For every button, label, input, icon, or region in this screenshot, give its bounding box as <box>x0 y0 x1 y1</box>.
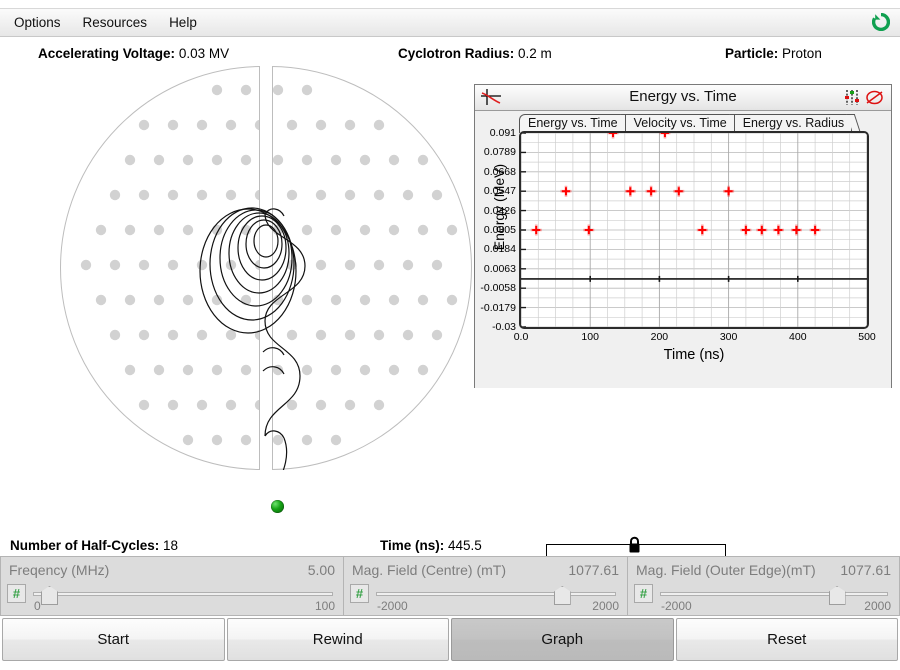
slider-track[interactable] <box>33 592 333 596</box>
cyclotron-radius-label: Cyclotron Radius: <box>398 46 515 61</box>
x-axis-tick-label: 0.0 <box>513 331 529 343</box>
slider-max-label: 100 <box>314 599 335 613</box>
menu-item-help[interactable]: Help <box>159 12 207 33</box>
x-axis-tick-label: 200 <box>650 331 669 343</box>
slider-track[interactable] <box>376 592 616 596</box>
cyclotron-radius-value: 0.2 m <box>518 46 552 61</box>
slider-thumb[interactable] <box>41 586 58 605</box>
menu-item-resources[interactable]: Resources <box>73 12 158 33</box>
half-cycles-readout: Number of Half-Cycles: 18 <box>10 538 178 553</box>
cyclotron-stage[interactable]: + - <box>0 66 472 581</box>
cyclotron-radius-readout: Cyclotron Radius: 0.2 m <box>398 46 552 61</box>
particle-value: Proton <box>782 46 822 61</box>
half-cycles-label: Number of Half-Cycles: <box>10 538 160 553</box>
y-axis-tick-label: -0.03 <box>492 321 516 333</box>
slider-max-label: 2000 <box>592 599 619 613</box>
lock-icon[interactable] <box>627 536 642 554</box>
slider-panel-mag-field-centre[interactable]: Mag. Field (Centre) (mT) 1077.61 # -2000 200… <box>344 556 628 616</box>
particle-marker <box>271 500 284 513</box>
y-axis-title: Energy (MeV) <box>491 163 507 251</box>
slider-min-label: -2000 <box>377 599 408 613</box>
graph-window[interactable]: Energy vs. Time Energy vs. Time Velocity… <box>474 84 892 388</box>
numeric-keypad-icon[interactable]: # <box>350 584 369 603</box>
start-button[interactable]: Start <box>2 618 225 661</box>
particle-label: Particle: <box>725 46 779 61</box>
x-axis-tick-labels: 0.0 100 200 300 400 500 <box>514 331 876 345</box>
slider-label: Mag. Field (Centre) (mT) <box>352 562 507 578</box>
slider-value: 1077.61 <box>840 562 891 578</box>
plot-area[interactable] <box>519 131 869 329</box>
numeric-keypad-icon[interactable]: # <box>7 584 26 603</box>
y-axis-tick-label: -0.0058 <box>480 282 516 295</box>
slider-row: Freqency (MHz) 5.00 #0 100 Mag. Field (Centr… <box>0 556 900 616</box>
graph-button[interactable]: Graph <box>451 618 674 661</box>
accelerating-voltage-label: Accelerating Voltage: <box>38 46 176 61</box>
graph-tabstrip[interactable]: Energy vs. Time Velocity vs. Time Energy… <box>519 114 853 133</box>
graph-body: Energy vs. Time Velocity vs. Time Energy… <box>475 111 891 388</box>
slider-thumb[interactable] <box>553 586 571 605</box>
slider-min-label: 0 <box>34 599 41 613</box>
accelerating-voltage-value: 0.03 MV <box>178 46 230 61</box>
button-bar: Start Rewind Graph Reset <box>0 617 900 661</box>
x-axis-tick-label: 500 <box>858 331 876 343</box>
recycle-icon[interactable] <box>871 12 891 32</box>
particle-trajectory <box>199 207 306 470</box>
x-axis-title: Time (ns) <box>663 347 725 363</box>
graph-titlebar: Energy vs. Time <box>475 85 891 111</box>
y-axis-tick-label: -0.0179 <box>480 301 516 314</box>
slider-panel-mag-field-outer-edge[interactable]: Mag. Field (Outer Edge)(mT) 1077.61 # -2000… <box>628 556 900 616</box>
slider-value: 1077.61 <box>568 562 619 578</box>
menu-bar: Options Resources Help <box>0 8 900 37</box>
particle-readout: Particle: Proton <box>725 46 822 61</box>
graph-window-title: Energy vs. Time <box>629 88 737 105</box>
x-axis-tick-label: 400 <box>789 331 807 343</box>
slider-max-label: 2000 <box>864 599 891 613</box>
slider-track[interactable] <box>660 592 888 596</box>
sliders-icon[interactable] <box>843 89 861 106</box>
time-readout: Time (ns): 445.5 <box>380 538 482 553</box>
half-cycles-value: 18 <box>163 538 179 553</box>
slider-min-label: -2000 <box>661 599 692 613</box>
slider-label: Freqency (MHz) <box>9 562 110 578</box>
rewind-button[interactable]: Rewind <box>226 618 449 661</box>
x-axis-tick-label: 300 <box>719 331 738 343</box>
plot-data-markers <box>521 133 867 327</box>
slider-label: Mag. Field (Outer Edge)(mT) <box>636 562 816 578</box>
slider-value: 5.00 <box>307 562 335 578</box>
x-axis-tick-label: 100 <box>581 331 599 343</box>
accelerating-voltage-readout: Accelerating Voltage: 0.03 MV <box>38 46 229 61</box>
no-entry-icon[interactable] <box>865 89 884 106</box>
time-label: Time (ns): <box>380 538 445 553</box>
numeric-keypad-icon[interactable]: # <box>634 584 653 603</box>
slider-thumb[interactable] <box>828 586 846 605</box>
menu-item-options[interactable]: Options <box>4 12 71 33</box>
reset-button[interactable]: Reset <box>675 618 898 661</box>
time-value: 445.5 <box>448 538 482 553</box>
slider-panel-frequency[interactable]: Freqency (MHz) 5.00 #0 100 <box>0 556 344 616</box>
